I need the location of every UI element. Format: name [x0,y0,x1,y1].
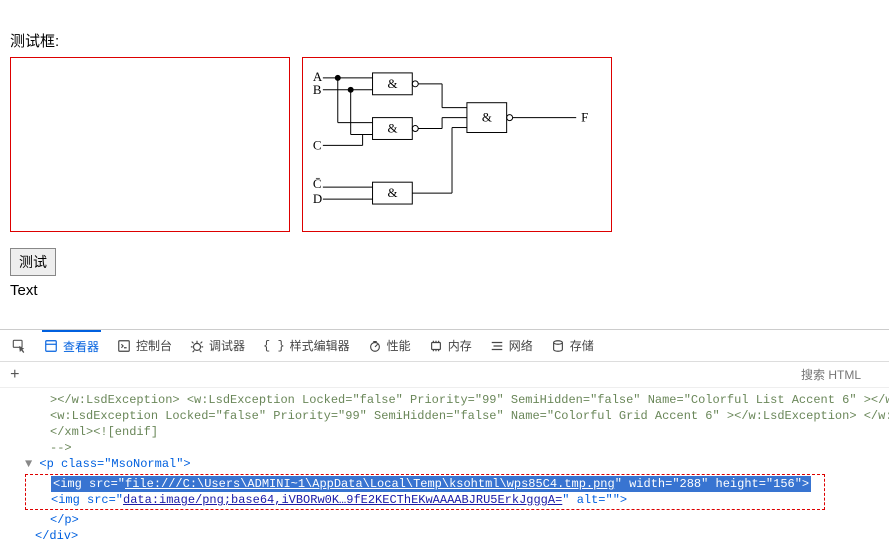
input-c-label: C [313,137,322,152]
code-line: ></w:LsdException> <w:LsdException Locke… [50,393,889,407]
input-cbar-label: C̄ [313,176,322,191]
code-line: --> [50,441,72,455]
code-p-open: <p class="MsoNormal"> [39,457,190,471]
devtools-panel: 查看器 控制台 调试器 { } 样式编辑器 性能 内存 网络 存储 [0,329,889,554]
selected-elements-frame: <img src="file:///C:\Users\ADMINI~1\AppD… [25,474,825,510]
input-b-label: B [313,82,322,97]
tab-network[interactable]: 网络 [488,330,535,361]
test-button[interactable]: 测试 [10,248,56,276]
code-p-close: </p> [50,513,79,527]
devtools-search-input[interactable] [799,367,879,383]
text-output: Text [10,282,879,299]
devtools-subtoolbar: + [0,362,889,388]
gate3-label: & [387,185,397,200]
gate1-label: & [387,76,397,91]
output-f-label: F [581,110,588,125]
input-d-label: D [313,191,322,206]
gate2-label: & [387,121,397,136]
devtools-source-view[interactable]: ></w:LsdException> <w:LsdException Locke… [0,388,889,554]
tab-debugger[interactable]: 调试器 [188,330,247,361]
tab-console[interactable]: 控制台 [115,330,174,361]
add-icon[interactable]: + [10,366,20,384]
code-div-close: </div> [35,529,78,543]
code-line: </xml><![endif] [50,425,158,439]
code-line: <w:LsdException Locked="false" Priority=… [50,409,889,423]
devtools-toolbar: 查看器 控制台 调试器 { } 样式编辑器 性能 内存 网络 存储 [0,330,889,362]
tab-inspector[interactable]: 查看器 [42,330,101,361]
tab-storage[interactable]: 存储 [549,330,596,361]
test-box-left[interactable] [10,57,290,232]
tab-memory[interactable]: 内存 [427,330,474,361]
selected-img-element[interactable]: <img src="file:///C:\Users\ADMINI~1\AppD… [51,476,811,492]
img-element-2[interactable]: <img src="data:image/png;base64,iVBORw0K… [51,492,822,508]
test-box-label: 测试框: [10,30,879,51]
gate4-label: & [482,110,492,125]
tab-performance[interactable]: 性能 [366,330,413,361]
element-picker-icon[interactable] [10,330,28,361]
circuit-diagram-box: A B C C̄ D & & & & F [302,57,612,232]
logic-circuit-svg: A B C C̄ D & & & & F [303,58,611,232]
tab-style-editor[interactable]: { } 样式编辑器 [261,330,352,361]
